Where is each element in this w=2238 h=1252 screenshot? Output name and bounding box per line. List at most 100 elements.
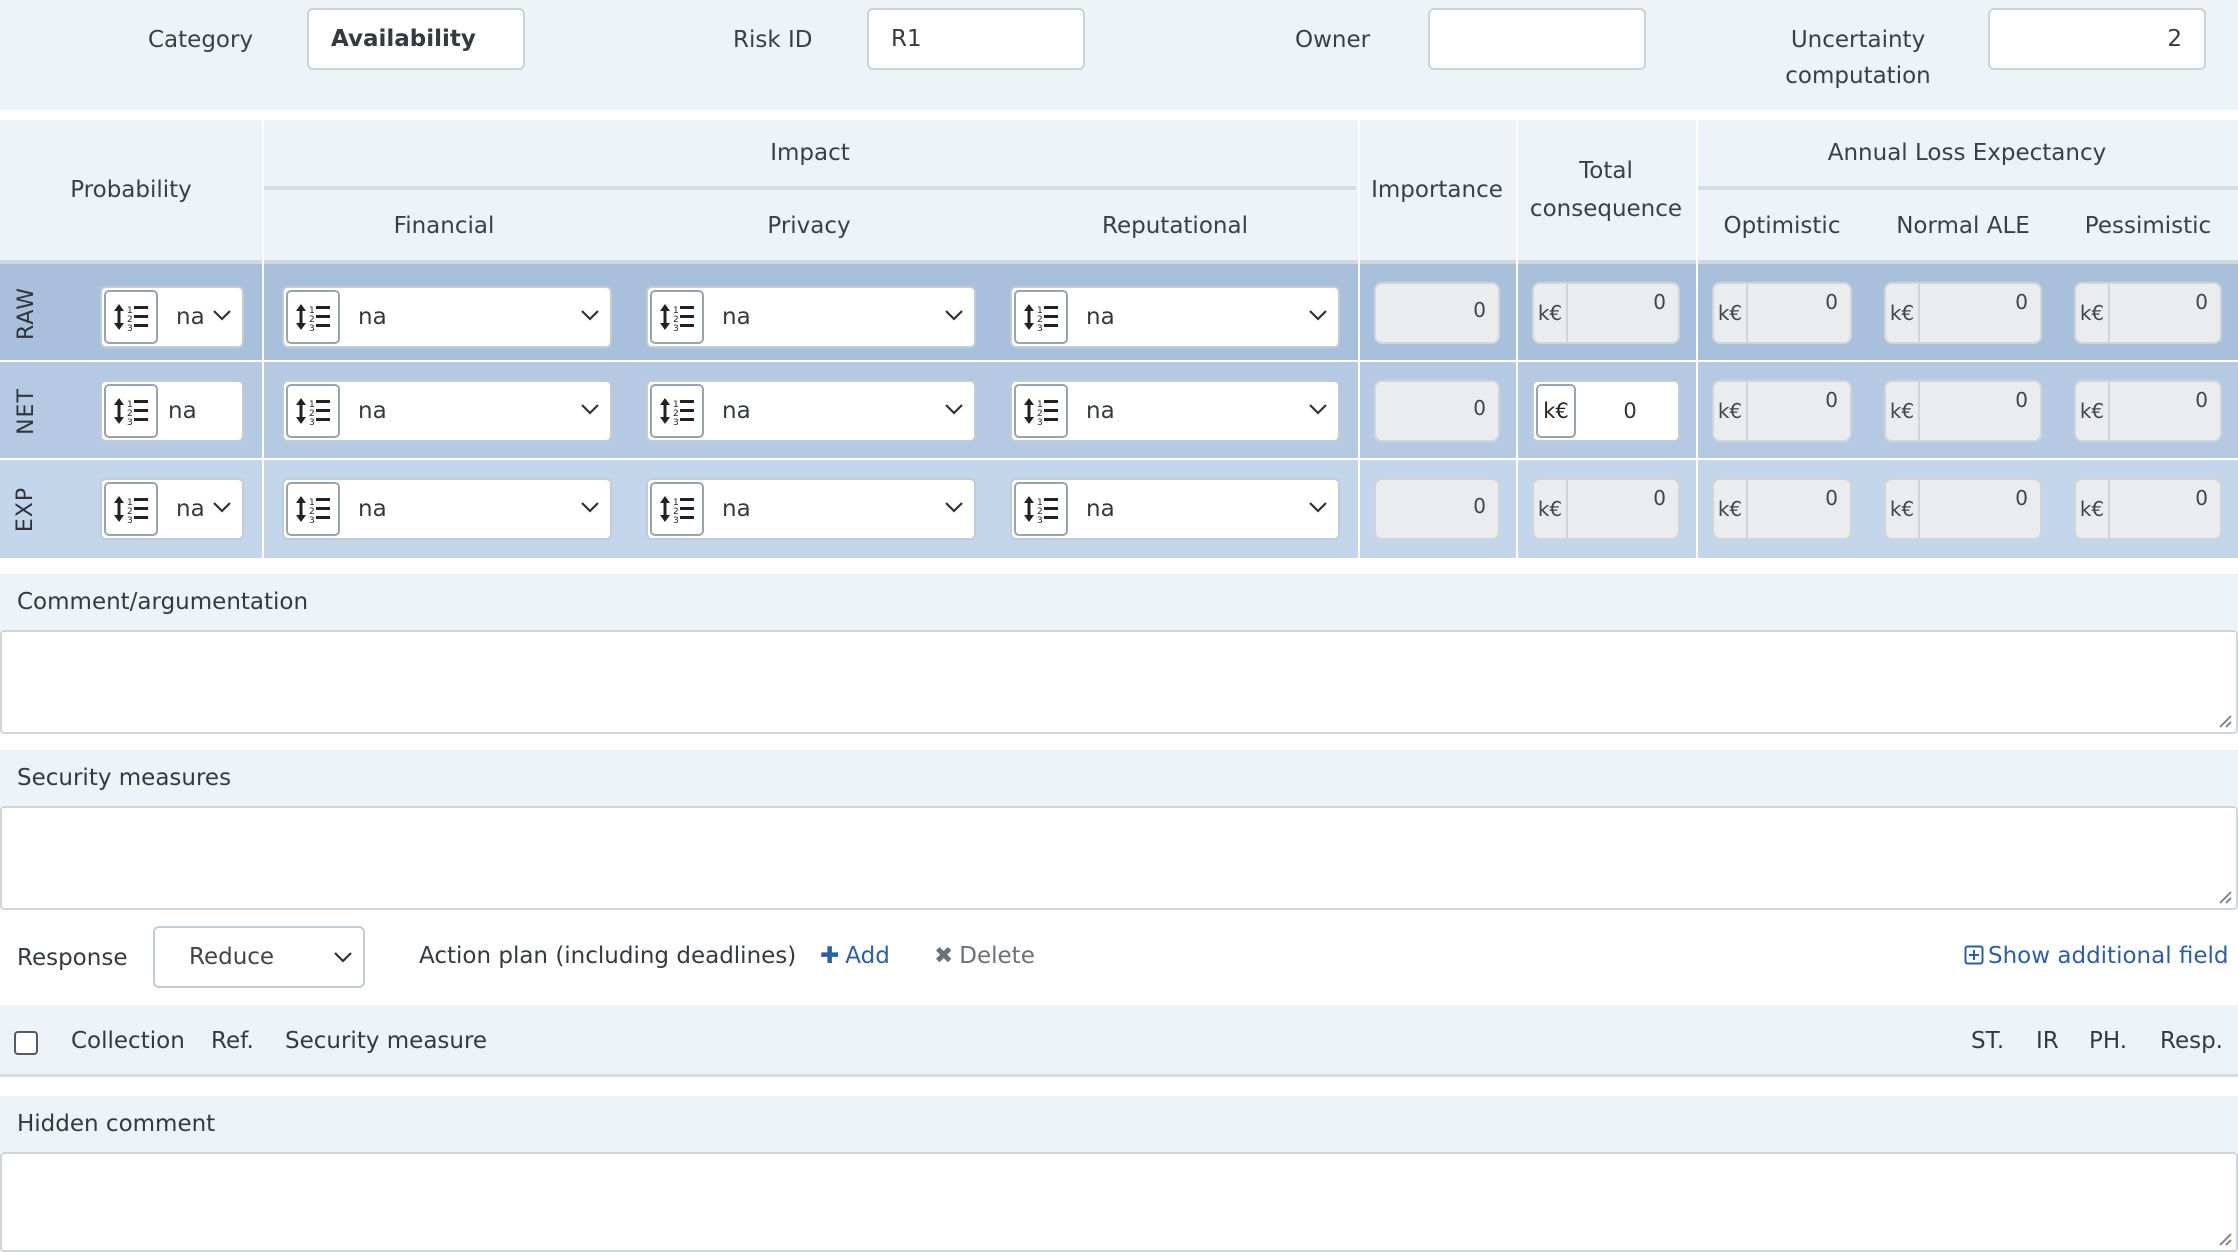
reputational-select[interactable]: 123 na — [1010, 286, 1340, 348]
sort-order-icon[interactable]: 123 — [286, 482, 340, 536]
column-resp[interactable]: Resp. — [2160, 1021, 2223, 1061]
risk-id-label: Risk ID — [733, 27, 813, 53]
sort-order-icon[interactable]: 123 — [1014, 384, 1068, 438]
currency-unit: k€ — [1536, 384, 1576, 438]
row-separator — [0, 360, 2238, 362]
financial-select[interactable]: 123 na — [282, 286, 612, 348]
importance-field: 0 — [1374, 380, 1500, 442]
header-importance: Importance — [1371, 177, 1503, 203]
sort-order-icon[interactable]: 123 — [650, 482, 704, 536]
financial-value: na — [358, 496, 387, 522]
privacy-select[interactable]: 123 na — [646, 478, 976, 540]
column-ref[interactable]: Ref. — [211, 1021, 254, 1061]
probability-select[interactable]: 123 na — [100, 478, 244, 540]
security-textarea[interactable] — [0, 806, 2238, 910]
privacy-value: na — [722, 304, 751, 330]
response-label: Response — [17, 945, 128, 971]
chevron-down-icon — [213, 502, 231, 513]
privacy-value: na — [722, 496, 751, 522]
header-probability: Probability — [70, 177, 192, 203]
importance-field: 0 — [1374, 282, 1500, 344]
optimistic-field: k€ 0 — [1712, 380, 1852, 442]
sort-order-icon[interactable]: 123 — [286, 384, 340, 438]
show-additional-field-button[interactable]: Show additional field — [1964, 936, 2229, 976]
reputational-select[interactable]: 123 na — [1010, 478, 1340, 540]
hidden-comment-section-title: Hidden comment — [0, 1096, 2238, 1152]
sort-order-icon[interactable]: 123 — [286, 290, 340, 344]
svg-text:3: 3 — [127, 516, 133, 525]
table-header: Probability Impact Financial Privacy Rep… — [0, 120, 2238, 262]
header-reputational: Reputational — [1102, 213, 1248, 239]
total-consequence-value: 0 — [1623, 399, 1637, 423]
plus-icon: ✚ — [820, 943, 840, 969]
normal-ale-field: k€ 0 — [1884, 478, 2042, 540]
impact-divider — [264, 186, 1356, 190]
chevron-down-icon — [945, 404, 963, 415]
probability-select[interactable]: 123 na — [100, 286, 244, 348]
pessimistic-field: k€ 0 — [2074, 478, 2222, 540]
resize-handle-icon[interactable] — [2216, 888, 2232, 904]
sort-order-icon[interactable]: 123 — [650, 384, 704, 438]
sort-order-icon[interactable]: 123 — [1014, 290, 1068, 344]
select-all-checkbox[interactable] — [14, 1031, 38, 1055]
total-consequence-input[interactable]: k€ 0 — [1532, 380, 1680, 442]
chevron-down-icon — [1309, 502, 1327, 513]
resize-handle-icon[interactable] — [2216, 1230, 2232, 1246]
reputational-select[interactable]: 123 na — [1010, 380, 1340, 442]
column-separator — [1516, 120, 1518, 558]
comment-textarea[interactable] — [0, 630, 2238, 734]
header-privacy: Privacy — [767, 213, 851, 239]
total-consequence-field: k€ 0 — [1532, 282, 1680, 344]
sort-order-icon[interactable]: 123 — [104, 290, 158, 344]
uncertainty-field[interactable]: 2 — [1988, 8, 2206, 70]
financial-select[interactable]: 123 na — [282, 478, 612, 540]
owner-field[interactable] — [1428, 8, 1646, 70]
header-total-consequence: Total consequence — [1529, 158, 1683, 222]
category-field[interactable]: Availability — [307, 8, 525, 70]
header-normal-ale: Normal ALE — [1896, 213, 2030, 239]
delete-action-button[interactable]: ✖ Delete — [934, 936, 1035, 976]
risk-id-field[interactable]: R1 — [867, 8, 1085, 70]
chevron-down-icon — [581, 310, 599, 321]
svg-text:3: 3 — [309, 418, 315, 427]
privacy-select[interactable]: 123 na — [646, 286, 976, 348]
privacy-select[interactable]: 123 na — [646, 380, 976, 442]
header-ale: Annual Loss Expectancy — [1827, 140, 2107, 166]
probability-value: na — [168, 398, 197, 424]
svg-text:3: 3 — [673, 324, 679, 333]
sort-order-icon[interactable]: 123 — [104, 384, 158, 438]
column-st[interactable]: ST. — [1971, 1021, 2004, 1061]
probability-input[interactable]: 123 na — [100, 380, 244, 442]
pessimistic-field: k€ 0 — [2074, 380, 2222, 442]
resize-handle-icon[interactable] — [2216, 712, 2232, 728]
sort-order-icon[interactable]: 123 — [104, 482, 158, 536]
chevron-down-icon — [1309, 310, 1327, 321]
reputational-value: na — [1086, 398, 1115, 424]
hidden-comment-textarea[interactable] — [0, 1152, 2238, 1252]
header-pessimistic: Pessimistic — [2084, 213, 2212, 239]
probability-value: na — [176, 496, 205, 522]
svg-text:3: 3 — [309, 516, 315, 525]
column-separator — [1358, 120, 1360, 558]
row-raw: RAW 123 na 123 na 123 na 123 na 0 k€ 0 k… — [0, 264, 2238, 362]
total-consequence-field: k€ 0 — [1532, 478, 1680, 540]
chevron-down-icon — [581, 502, 599, 513]
add-action-button[interactable]: ✚ Add — [820, 936, 890, 976]
financial-select[interactable]: 123 na — [282, 380, 612, 442]
column-security-measure[interactable]: Security measure — [285, 1021, 487, 1061]
reputational-value: na — [1086, 496, 1115, 522]
ale-divider — [1698, 186, 2238, 190]
sort-order-icon[interactable]: 123 — [650, 290, 704, 344]
column-ph[interactable]: PH. — [2089, 1021, 2127, 1061]
response-select[interactable]: Reduce — [153, 926, 365, 988]
security-section-title: Security measures — [0, 750, 2238, 806]
risk-editor: Category Availability Risk ID R1 Owner U… — [0, 0, 2238, 1252]
optimistic-field: k€ 0 — [1712, 478, 1852, 540]
column-separator — [262, 120, 264, 558]
svg-text:3: 3 — [673, 516, 679, 525]
header-optimistic: Optimistic — [1723, 213, 1841, 239]
svg-text:3: 3 — [673, 418, 679, 427]
column-collection[interactable]: Collection — [71, 1021, 185, 1061]
column-ir[interactable]: IR — [2036, 1021, 2059, 1061]
sort-order-icon[interactable]: 123 — [1014, 482, 1068, 536]
